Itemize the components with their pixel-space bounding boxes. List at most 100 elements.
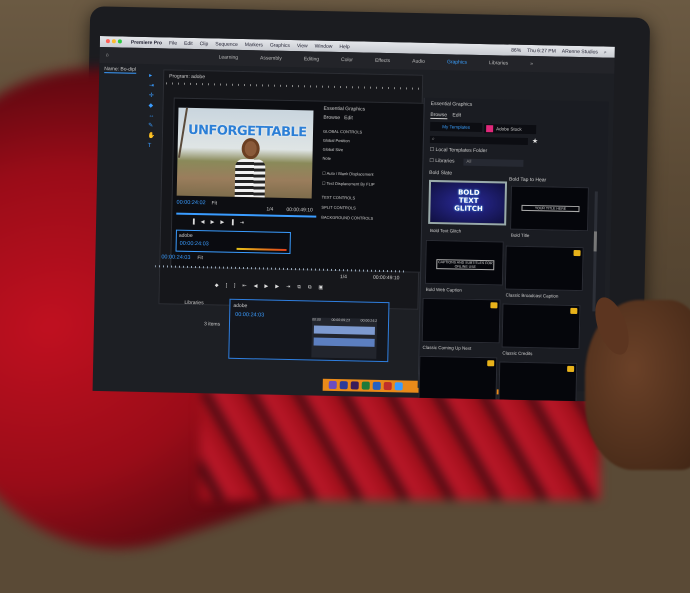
menu-file[interactable]: File	[169, 40, 177, 46]
program-title[interactable]: Program: adobe	[169, 73, 205, 80]
eg-tab-edit[interactable]: Edit	[452, 112, 461, 118]
sequence-name[interactable]: adobe	[233, 303, 385, 312]
video-clip[interactable]	[313, 325, 375, 335]
split-controls[interactable]: SPLIT CONTROLS	[321, 205, 421, 212]
template-thumbnail[interactable]: YOUR TITLE HERE Bold Title	[510, 185, 589, 238]
dock-app-icon[interactable]	[361, 381, 370, 390]
template-thumbnail[interactable]: Classic Broadcast Caption	[504, 245, 584, 299]
tab-graphics[interactable]: Graphics	[447, 59, 467, 65]
libraries-label[interactable]: Libraries	[184, 300, 203, 306]
libraries-checkbox[interactable]: ☐ Libraries	[429, 158, 454, 165]
menu-clip[interactable]: Clip	[200, 41, 209, 47]
premium-badge-icon	[567, 365, 575, 373]
clock[interactable]: Thu 6:27 PM	[527, 47, 556, 54]
template-thumbnail[interactable]: Classic Coming Up Next	[421, 297, 501, 351]
selection-tool-icon[interactable]: ▸	[149, 71, 159, 81]
menu-markers[interactable]: Markers	[245, 42, 263, 48]
template-preview-text: BOLD TEXT GLITCH	[454, 188, 483, 214]
libraries-select[interactable]: All	[463, 158, 524, 167]
inner-eg-title: Essential Graphics	[323, 105, 366, 113]
dock-app-icon[interactable]	[372, 381, 381, 390]
dock-app-icon[interactable]	[328, 380, 337, 390]
tab-audio[interactable]: Audio	[412, 59, 425, 65]
dock-app-icon[interactable]	[350, 381, 359, 390]
home-icon[interactable]: ⌂	[106, 52, 109, 58]
menu-sequence[interactable]: Sequence	[215, 41, 238, 47]
video-frame: UNFORGETTABLE	[176, 107, 314, 199]
source-panel-title[interactable]: Name: Bo-dipl	[104, 66, 137, 74]
group-label: Bold Tap to Hear	[509, 176, 547, 184]
premium-badge-icon	[573, 249, 581, 257]
pen-icon[interactable]: ✎	[148, 121, 158, 131]
template-thumbnail[interactable]	[418, 355, 498, 402]
premium-badge-icon	[570, 307, 578, 315]
adobe-stock-tab[interactable]: Adobe Stock	[484, 124, 537, 135]
tab-effects[interactable]: Effects	[375, 58, 390, 64]
menu-window[interactable]: Window	[315, 43, 333, 49]
search-icon[interactable]: ⌕	[604, 49, 607, 55]
window-controls[interactable]	[105, 38, 124, 45]
template-name: Bold Web Caption	[425, 286, 463, 293]
background-controls[interactable]: BACKGROUND CONTROLS	[321, 215, 421, 222]
menu-view[interactable]: View	[297, 43, 308, 49]
my-templates-tab[interactable]: My Templates	[430, 121, 483, 133]
scrollbar[interactable]	[592, 191, 598, 312]
dock-app-icon[interactable]	[394, 382, 403, 391]
inner-timeline: adobe 00:00:24:03	[175, 229, 291, 255]
checkbox-text-displacement[interactable]: ☐ Text Displacement By FLIP	[322, 181, 422, 188]
template-thumbnail[interactable]: BOLD TEXT GLITCH Bold Text Glitch	[428, 179, 508, 234]
menu-help[interactable]: Help	[339, 44, 349, 50]
template-thumbnail[interactable]	[498, 361, 578, 402]
template-thumbnail[interactable]: Classic Credits	[501, 303, 581, 356]
template-search-input[interactable]: ⌕	[429, 135, 528, 145]
razor-icon[interactable]: ◆	[148, 101, 158, 111]
inner-eg-global[interactable]: GLOBAL CONTROLS	[323, 129, 423, 136]
hand-icon[interactable]: ✋	[148, 131, 158, 141]
text-controls[interactable]: TEXT CONTROLS	[322, 195, 422, 202]
inner-eg-browse[interactable]: Browse	[323, 115, 340, 121]
template-name: Classic Coming Up Next	[422, 344, 472, 351]
battery-status[interactable]: 86%	[511, 47, 521, 53]
inner-timecode[interactable]: 00:00:24:02	[176, 200, 205, 207]
track-select-icon[interactable]: ⇥	[149, 81, 159, 91]
time-ruler[interactable]	[166, 82, 421, 90]
menu-edit[interactable]: Edit	[184, 40, 193, 46]
inner-fit-select[interactable]: Fit	[211, 200, 217, 206]
tab-learning[interactable]: Learning	[219, 54, 239, 60]
stock-icon	[486, 125, 494, 133]
tab-libraries[interactable]: Libraries	[489, 60, 508, 66]
group-label: Bold Slate	[429, 169, 453, 177]
program-fit-select[interactable]: Fit	[197, 255, 203, 261]
inner-duration: 00:00:49:10	[286, 206, 313, 214]
template-thumbnail[interactable]: CAPTIONS AND SUBTITLES FOR ONLINE USE Bol…	[424, 239, 504, 293]
program-resolution[interactable]: 1/4	[340, 274, 347, 280]
eg-tab-browse[interactable]: Browse	[430, 111, 448, 120]
menu-graphics[interactable]: Graphics	[270, 42, 290, 48]
type-icon[interactable]: T	[148, 141, 158, 151]
dock-app-icon[interactable]	[339, 381, 348, 390]
app-menu[interactable]: Premiere Pro	[131, 39, 162, 46]
template-preview-text: YOUR TITLE HERE	[521, 204, 580, 213]
presenter	[234, 141, 266, 198]
inner-resolution[interactable]: 1/4	[266, 207, 273, 213]
timeline-panel: adobe 00:00:24:03 00:00 00:00:09:23 00:00:…	[228, 298, 390, 363]
ruler-tick: 00:00	[312, 317, 321, 322]
workspaces-more[interactable]: »	[530, 61, 533, 67]
tab-assembly[interactable]: Assembly	[260, 55, 282, 61]
audio-clip[interactable]	[313, 337, 375, 347]
ripple-edit-icon[interactable]: ✛	[149, 91, 159, 101]
inner-transport-controls[interactable]: ▐◀▶▶▐⇥	[191, 219, 250, 226]
tab-editing[interactable]: Editing	[304, 56, 319, 62]
dock-app-icon[interactable]	[383, 382, 392, 391]
user-name[interactable]: ARenne Studios	[562, 48, 598, 55]
inner-sequence-name[interactable]: adobe	[179, 233, 288, 241]
timeline-tracks[interactable]: 00:00 00:00:09:23 00:00:24:2	[311, 317, 378, 359]
slip-icon[interactable]: ↔	[148, 111, 158, 121]
ruler-tick: 00:00:24:2	[360, 318, 378, 323]
program-timecode[interactable]: 00:00:24:03	[161, 254, 190, 261]
inner-eg-edit[interactable]: Edit	[344, 115, 353, 121]
local-templates-checkbox[interactable]: ☐ Local Templates Folder	[430, 147, 488, 154]
tab-color[interactable]: Color	[341, 57, 353, 63]
checkbox-auto[interactable]: ☐ Auto / Blank Displacement	[322, 171, 422, 178]
star-icon[interactable]: ★	[532, 137, 538, 145]
